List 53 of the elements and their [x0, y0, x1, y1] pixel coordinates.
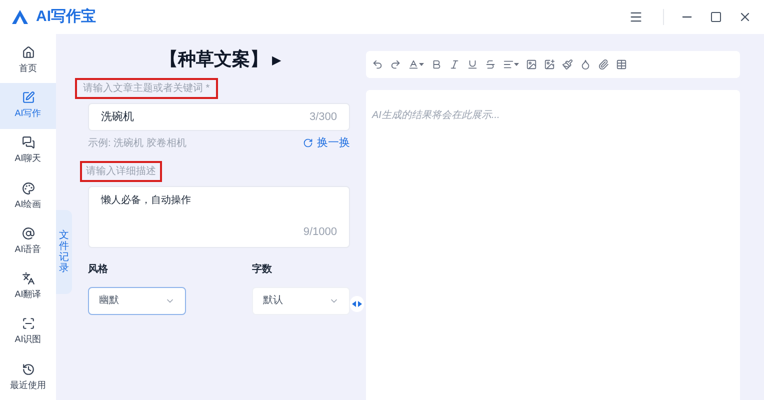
dropdown-caret-icon [419, 63, 424, 66]
collapse-handle[interactable] [350, 296, 364, 312]
sidebar-item[interactable]: 首页 [0, 38, 56, 84]
close-icon[interactable] [738, 10, 752, 24]
detail-label: 请输入详细描述 [80, 160, 162, 182]
sidebar-item[interactable]: AI绘画 [0, 174, 56, 219]
at-sign-icon [22, 226, 34, 240]
sidebar-item[interactable]: AI聊天 [0, 128, 56, 174]
strikethrough-button[interactable] [485, 59, 496, 70]
select-label: 字数 [252, 262, 273, 276]
undo-button[interactable] [372, 59, 383, 70]
home-icon [22, 46, 34, 59]
attach-button[interactable] [598, 59, 609, 70]
sidebar-item[interactable]: AI识图 [0, 310, 56, 355]
detail-field[interactable]: 懒人必备，自动操作 9/1000 [88, 186, 350, 248]
scan-icon [22, 317, 34, 330]
image-add-button[interactable] [544, 59, 555, 70]
image-button[interactable] [526, 59, 537, 70]
chat-icon [22, 136, 34, 150]
bold-button[interactable] [431, 59, 442, 70]
logo-icon [12, 10, 28, 24]
sidebar-item[interactable]: AI写作 [0, 83, 56, 128]
select-label: 风格 [88, 262, 109, 276]
sidebar-item[interactable]: AI翻译 [0, 264, 56, 310]
file-record-tab[interactable]: 文件记录 [56, 210, 72, 294]
edit-icon [22, 91, 34, 104]
palette-icon [22, 182, 34, 195]
menu-icon[interactable] [629, 10, 643, 24]
play-icon[interactable]: ▶ [272, 50, 281, 68]
shuffle-link[interactable]: 换一换 [303, 135, 350, 152]
history-icon [22, 362, 34, 376]
topic-label: 请输入文章主题或者关键词 * [75, 78, 218, 99]
brush-button[interactable] [562, 59, 573, 70]
dropdown-caret-icon [514, 63, 519, 66]
select-field[interactable]: 默认 [252, 286, 350, 314]
select-field[interactable]: 幽默 [88, 286, 186, 314]
example-text: 示例: 洗碗机 胶卷相机 [88, 136, 186, 151]
sidebar-item[interactable]: AI语音 [0, 219, 56, 264]
underline-button[interactable] [467, 59, 478, 70]
maximize-icon[interactable] [710, 11, 722, 23]
drop-button[interactable] [580, 59, 591, 70]
sidebar-item[interactable]: 最近使用 [0, 354, 56, 400]
redo-button[interactable] [390, 59, 401, 70]
italic-button[interactable] [449, 59, 460, 70]
app-title: AI写作宝 [36, 6, 96, 27]
font-color-button[interactable] [408, 59, 424, 70]
table-button[interactable] [616, 59, 627, 70]
align-button[interactable] [503, 59, 519, 70]
arrows-icon [352, 301, 362, 307]
page-title: 【种草文案】 [160, 48, 268, 71]
translate-icon [22, 272, 34, 286]
topic-field[interactable]: 洗碗机 3/300 [88, 103, 350, 131]
refresh-icon [303, 138, 313, 148]
